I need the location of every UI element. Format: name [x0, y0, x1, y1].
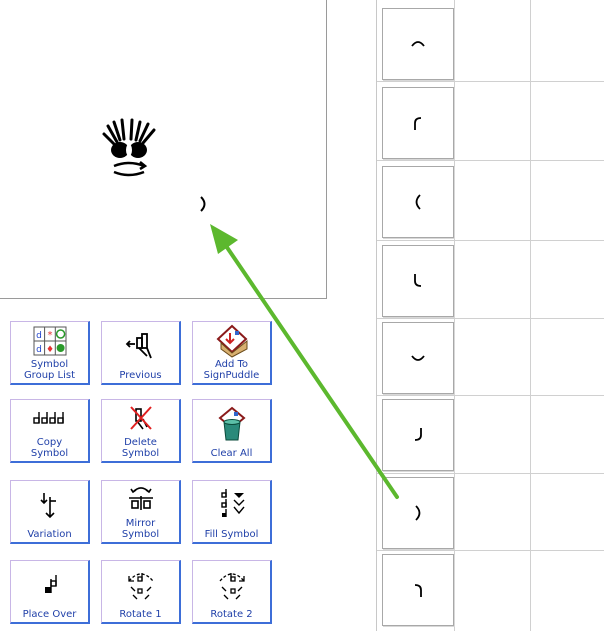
copy-symbol-icon	[32, 411, 64, 424]
rotate-counterclockwise-icon	[127, 573, 153, 600]
palette-symbol-arc-right[interactable]	[382, 477, 454, 549]
placed-arc-right-icon[interactable]	[197, 194, 211, 214]
palette-symbol-arc-bottom-right[interactable]	[382, 399, 454, 471]
symbol-group-list-label: Symbol Group List	[23, 359, 76, 381]
clear-all-trash-icon	[217, 406, 246, 441]
svg-text:d: d	[36, 345, 42, 355]
symbol-group-list-button[interactable]: d * d ♦ Symbol Group List	[10, 321, 90, 385]
palette-symbol-arc-top-left[interactable]	[382, 87, 454, 159]
add-to-signpuddle-label: Add To SignPuddle	[203, 359, 260, 381]
arc-top-left-icon	[414, 117, 422, 130]
copy-symbol-label: Copy Symbol	[30, 437, 69, 459]
arc-bottom-icon	[411, 355, 425, 361]
palette-symbol-arc-top[interactable]	[382, 8, 454, 80]
clear-all-label: Clear All	[210, 448, 253, 459]
arc-top-icon	[411, 41, 425, 47]
rotate-2-label: Rotate 2	[210, 609, 253, 620]
variation-label: Variation	[27, 529, 72, 540]
previous-button[interactable]: Previous	[101, 321, 181, 385]
symbol-palette	[376, 0, 604, 631]
copy-symbol-button[interactable]: Copy Symbol	[10, 399, 90, 463]
previous-hand-icon	[125, 333, 152, 359]
delete-symbol-icon	[129, 405, 152, 430]
mirror-symbol-button[interactable]: Mirror Symbol	[101, 480, 181, 544]
fill-symbol-label: Fill Symbol	[204, 529, 259, 540]
delete-symbol-button[interactable]: Delete Symbol	[101, 399, 181, 463]
palette-symbol-arc-bottom-left[interactable]	[382, 245, 454, 317]
fill-symbol-button[interactable]: Fill Symbol	[192, 480, 272, 544]
rotate-1-button[interactable]: Rotate 1	[101, 560, 181, 624]
arc-left-icon	[415, 194, 421, 210]
place-over-label: Place Over	[22, 609, 77, 620]
variation-button[interactable]: Variation	[10, 480, 90, 544]
palette-symbol-arc-left[interactable]	[382, 166, 454, 238]
sign-canvas[interactable]	[0, 0, 327, 299]
mirror-symbol-icon	[128, 486, 153, 510]
clear-all-button[interactable]: Clear All	[192, 399, 272, 463]
fill-symbol-icon	[220, 489, 245, 517]
delete-symbol-label: Delete Symbol	[121, 437, 160, 459]
arc-top-right-icon	[414, 584, 422, 597]
palette-symbol-arc-bottom[interactable]	[382, 322, 454, 394]
arc-bottom-left-icon	[414, 274, 422, 287]
symbol-group-grid-icon: d * d ♦	[33, 326, 66, 355]
arc-right-icon	[415, 505, 421, 521]
place-over-icon	[44, 575, 57, 593]
mirror-symbol-label: Mirror Symbol	[121, 518, 160, 540]
add-to-signpuddle-button[interactable]: Add To SignPuddle	[192, 321, 272, 385]
palette-symbol-arc-top-right[interactable]	[382, 554, 454, 626]
place-over-button[interactable]: Place Over	[10, 560, 90, 624]
previous-label: Previous	[119, 370, 162, 381]
svg-text:♦: ♦	[45, 345, 53, 355]
rotate-clockwise-icon	[219, 573, 245, 600]
arc-bottom-right-icon	[414, 428, 422, 441]
variation-arrows-icon	[39, 493, 56, 519]
add-to-signpuddle-icon	[216, 324, 247, 358]
sign-hands-glyph-icon[interactable]	[100, 112, 164, 192]
svg-text:*: *	[47, 330, 52, 341]
rotate-2-button[interactable]: Rotate 2	[192, 560, 272, 624]
rotate-1-label: Rotate 1	[119, 609, 162, 620]
svg-text:d: d	[36, 331, 42, 341]
